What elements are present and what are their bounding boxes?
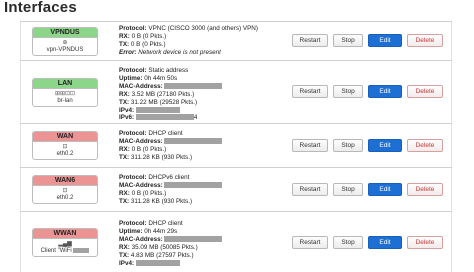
protocol-value: Static address [148,67,189,74]
interface-row-wan: WAN ⊡ eth0.2 Protocol: DHCP client MAC-A… [20,124,452,168]
rx-value: 0 B (0 Pkts.) [131,189,167,197]
protocol-value: DHCP client [148,130,183,137]
redacted-mac [164,137,223,144]
interface-name: WAN6 [33,176,97,186]
delete-button[interactable]: Delete [407,236,443,249]
ethernet-port-icon: ⊡ [62,144,68,150]
edit-button[interactable]: Edit [368,139,402,152]
row-actions: Restart Stop Edit Delete [292,34,443,47]
row-actions: Restart Stop Edit Delete [292,236,443,249]
vpn-globe-icon: ⊕ [62,39,68,46]
page-title: Interfaces [4,0,77,16]
stop-button[interactable]: Stop [333,183,363,196]
row-actions: Restart Stop Edit Delete [292,139,443,152]
interface-device: vpn-VPNDUS [46,46,84,53]
interface-badge[interactable]: WAN ⊡ eth0.2 [32,131,98,160]
protocol-value: VPNC (CISCO 3000 (and others) VPN) [148,25,258,32]
interfaces-table: VPNDUS ⊕ vpn-VPNDUS Protocol: VPNC (CISC… [20,21,452,272]
error-value: Network device is not present [138,48,221,56]
interface-status: Protocol: DHCP client MAC-Address: RX: 0… [119,130,223,162]
tx-value: 311.28 KB (930 Pkts.) [130,153,193,161]
redacted-ipv4 [135,259,180,266]
row-actions: Restart Stop Edit Delete [292,85,443,98]
rx-value: 35.09 MB (50085 Pkts.) [131,243,198,251]
restart-button[interactable]: Restart [292,183,328,196]
redacted-ipv6 [135,114,194,121]
redacted-mac [164,181,223,188]
interface-badge[interactable]: WAN6 ⊡ eth0.2 [32,175,98,204]
redacted-ipv4 [135,106,180,113]
tx-value: 311.28 KB (930 Pkts.) [130,197,193,205]
interface-status: Protocol: DHCPv6 client MAC-Address: RX:… [119,174,223,206]
uptime-value: 0h 44m 50s [144,74,178,82]
restart-button[interactable]: Restart [292,85,328,98]
tx-value: 0 B (0 Pkts.) [130,40,166,48]
delete-button[interactable]: Delete [407,85,443,98]
restart-button[interactable]: Restart [292,139,328,152]
wifi-signal-icon: ▂▄▆ [58,240,72,247]
redacted-ssid [73,247,90,253]
row-actions: Restart Stop Edit Delete [292,183,443,196]
restart-button[interactable]: Restart [292,34,328,47]
edit-button[interactable]: Edit [368,34,402,47]
stop-button[interactable]: Stop [333,34,363,47]
stop-button[interactable]: Stop [333,139,363,152]
interface-status: Protocol: Static address Uptime: 0h 44m … [119,67,223,122]
bridge-ports-icon: ⊞⊞⊡⊡ [54,90,76,97]
protocol-value: DHCP client [148,220,183,227]
interface-row-lan: LAN ⊞⊞⊡⊡ br-lan Protocol: Static address… [20,61,452,124]
rx-value: 3.52 MB (27180 Pkts.) [131,90,195,98]
interface-name: LAN [33,78,97,89]
interface-name: WWAN [33,228,97,239]
edit-button[interactable]: Edit [368,183,402,196]
interface-row-wan6: WAN6 ⊡ eth0.2 Protocol: DHCPv6 client MA… [20,168,452,212]
stop-button[interactable]: Stop [333,236,363,249]
ipv6-suffix: 4 [193,114,198,122]
interface-status: Protocol: DHCP client Uptime: 0h 44m 29s… [119,220,223,267]
interface-badge[interactable]: LAN ⊞⊞⊡⊡ br-lan [32,77,98,107]
interface-status: Protocol: VPNC (CISCO 3000 (and others) … [119,25,258,56]
interface-name: WAN [33,132,97,142]
interface-badge[interactable]: VPNDUS ⊕ vpn-VPNDUS [32,26,98,56]
redacted-mac [164,235,223,242]
interface-name: VPNDUS [33,27,97,38]
uptime-value: 0h 44m 29s [144,227,178,235]
interface-device: Client "WiFi [40,247,72,254]
rx-value: 0 B (0 Pkts.) [131,145,167,153]
interface-device: br-lan [57,97,73,104]
interface-device: eth0.2 [56,151,74,157]
restart-button[interactable]: Restart [292,236,328,249]
delete-button[interactable]: Delete [407,183,443,196]
delete-button[interactable]: Delete [407,139,443,152]
rx-value: 0 B (0 Pkts.) [131,32,167,40]
redacted-mac [164,82,223,89]
tx-value: 4.83 MB (27597 Pkts.) [130,251,194,259]
interface-row-wwan: WWAN ▂▄▆ Client "WiFi Protocol: DHCP cli… [20,212,452,272]
stop-button[interactable]: Stop [333,85,363,98]
protocol-value: DHCPv6 client [148,174,190,181]
edit-button[interactable]: Edit [368,85,402,98]
delete-button[interactable]: Delete [407,34,443,47]
edit-button[interactable]: Edit [368,236,402,249]
ethernet-port-icon: ⊡ [62,188,68,194]
tx-value: 31.22 MB (29528 Pkts.) [130,98,198,106]
interface-device: eth0.2 [56,195,74,201]
interface-badge[interactable]: WWAN ▂▄▆ Client "WiFi [32,227,98,257]
interface-row-vpndus: VPNDUS ⊕ vpn-VPNDUS Protocol: VPNC (CISC… [20,22,452,61]
